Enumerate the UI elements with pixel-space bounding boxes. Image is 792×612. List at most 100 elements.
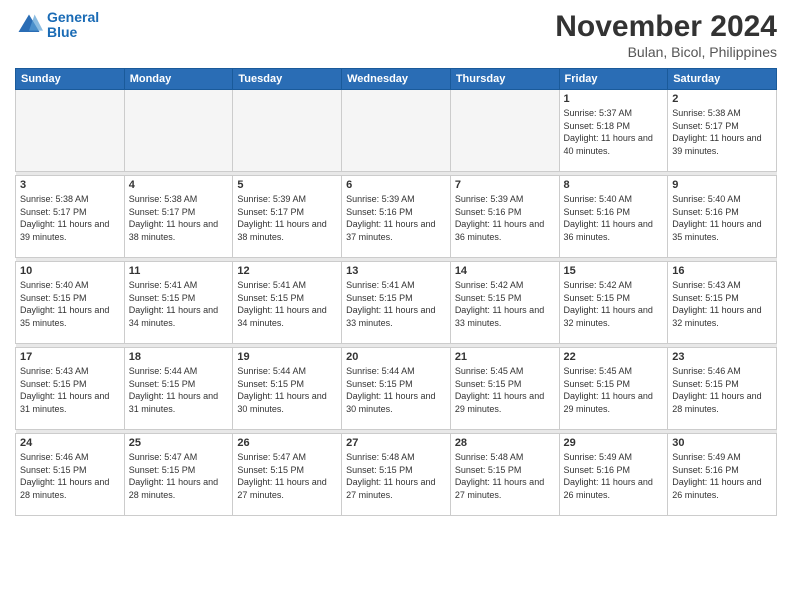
table-row: 22Sunrise: 5:45 AM Sunset: 5:15 PM Dayli… <box>559 348 668 430</box>
day-number: 29 <box>564 437 664 449</box>
day-info: Sunrise: 5:49 AM Sunset: 5:16 PM Dayligh… <box>564 451 664 501</box>
day-info: Sunrise: 5:48 AM Sunset: 5:15 PM Dayligh… <box>346 451 446 501</box>
page: General Blue November 2024 Bulan, Bicol,… <box>0 0 792 612</box>
header: General Blue November 2024 Bulan, Bicol,… <box>15 10 777 60</box>
table-row: 24 Sunrise: 5:46 AM Sunset: 5:15 PM Dayli… <box>16 434 125 516</box>
day-number: 6 <box>346 179 446 191</box>
day-number: 28 <box>455 437 555 449</box>
day-info: Sunrise: 5:46 AM Sunset: 5:15 PM Dayligh… <box>20 451 120 501</box>
col-thursday: Thursday <box>450 69 559 90</box>
day-info: Sunrise: 5:40 AM Sunset: 5:16 PM Dayligh… <box>672 193 772 243</box>
day-number: 10 <box>20 265 120 277</box>
day-number: 3 <box>20 179 120 191</box>
week-row-3: 10 Sunrise: 5:40 AM Sunset: 5:15 PM Dayli… <box>16 262 777 344</box>
table-row: 26 Sunrise: 5:47 AM Sunset: 5:15 PM Dayli… <box>233 434 342 516</box>
day-number: 5 <box>237 179 337 191</box>
day-number: 9 <box>672 179 772 191</box>
table-row: 28 Sunrise: 5:48 AM Sunset: 5:15 PM Dayli… <box>450 434 559 516</box>
day-info: Sunrise: 5:41 AM Sunset: 5:15 PM Dayligh… <box>129 279 229 329</box>
day-number: 2 <box>672 93 772 105</box>
table-row: 1 Sunrise: 5:37 AM Sunset: 5:18 PM Daylig… <box>559 90 668 172</box>
day-info: Sunrise: 5:38 AM Sunset: 5:17 PM Dayligh… <box>672 107 772 157</box>
table-row: 13Sunrise: 5:41 AM Sunset: 5:15 PM Dayli… <box>342 262 451 344</box>
day-number: 18 <box>129 351 229 363</box>
day-info: Sunrise: 5:49 AM Sunset: 5:16 PM Dayligh… <box>672 451 772 501</box>
calendar-header-row: Sunday Monday Tuesday Wednesday Thursday… <box>16 69 777 90</box>
day-number: 24 <box>20 437 120 449</box>
day-number: 8 <box>564 179 664 191</box>
day-info: Sunrise: 5:39 AM Sunset: 5:16 PM Dayligh… <box>346 193 446 243</box>
day-info: Sunrise: 5:45 AM Sunset: 5:15 PM Dayligh… <box>455 365 555 415</box>
day-info: Sunrise: 5:48 AM Sunset: 5:15 PM Dayligh… <box>455 451 555 501</box>
day-number: 21 <box>455 351 555 363</box>
col-saturday: Saturday <box>668 69 777 90</box>
day-info: Sunrise: 5:39 AM Sunset: 5:17 PM Dayligh… <box>237 193 337 243</box>
table-row: 2 Sunrise: 5:38 AM Sunset: 5:17 PM Daylig… <box>668 90 777 172</box>
table-row: 27 Sunrise: 5:48 AM Sunset: 5:15 PM Dayli… <box>342 434 451 516</box>
table-row: 16Sunrise: 5:43 AM Sunset: 5:15 PM Dayli… <box>668 262 777 344</box>
table-row: 14 Sunrise: 5:42 AM Sunset: 5:15 PM Dayli… <box>450 262 559 344</box>
table-row: 19 Sunrise: 5:44 AM Sunset: 5:15 PM Dayli… <box>233 348 342 430</box>
day-number: 14 <box>455 265 555 277</box>
day-info: Sunrise: 5:38 AM Sunset: 5:17 PM Dayligh… <box>129 193 229 243</box>
logo-text: General Blue <box>47 10 99 41</box>
table-row: 8 Sunrise: 5:40 AM Sunset: 5:16 PM Daylig… <box>559 176 668 258</box>
week-row-5: 24 Sunrise: 5:46 AM Sunset: 5:15 PM Dayli… <box>16 434 777 516</box>
day-number: 20 <box>346 351 446 363</box>
col-sunday: Sunday <box>16 69 125 90</box>
day-number: 12 <box>237 265 337 277</box>
table-row: 20 Sunrise: 5:44 AM Sunset: 5:15 PM Dayli… <box>342 348 451 430</box>
table-row: 9 Sunrise: 5:40 AM Sunset: 5:16 PM Daylig… <box>668 176 777 258</box>
table-row: 30Sunrise: 5:49 AM Sunset: 5:16 PM Dayli… <box>668 434 777 516</box>
col-friday: Friday <box>559 69 668 90</box>
table-row: 7 Sunrise: 5:39 AM Sunset: 5:16 PM Daylig… <box>450 176 559 258</box>
day-info: Sunrise: 5:45 AM Sunset: 5:15 PM Dayligh… <box>564 365 664 415</box>
month-title: November 2024 <box>555 10 777 44</box>
day-number: 25 <box>129 437 229 449</box>
table-row: 6 Sunrise: 5:39 AM Sunset: 5:16 PM Daylig… <box>342 176 451 258</box>
day-number: 27 <box>346 437 446 449</box>
calendar-table: Sunday Monday Tuesday Wednesday Thursday… <box>15 68 777 516</box>
table-row: 4 Sunrise: 5:38 AM Sunset: 5:17 PM Daylig… <box>124 176 233 258</box>
day-number: 4 <box>129 179 229 191</box>
table-row <box>450 90 559 172</box>
day-number: 16 <box>672 265 772 277</box>
table-row: 10 Sunrise: 5:40 AM Sunset: 5:15 PM Dayli… <box>16 262 125 344</box>
day-info: Sunrise: 5:47 AM Sunset: 5:15 PM Dayligh… <box>237 451 337 501</box>
day-info: Sunrise: 5:44 AM Sunset: 5:15 PM Dayligh… <box>237 365 337 415</box>
col-tuesday: Tuesday <box>233 69 342 90</box>
day-info: Sunrise: 5:40 AM Sunset: 5:15 PM Dayligh… <box>20 279 120 329</box>
table-row <box>124 90 233 172</box>
day-info: Sunrise: 5:39 AM Sunset: 5:16 PM Dayligh… <box>455 193 555 243</box>
table-row: 21 Sunrise: 5:45 AM Sunset: 5:15 PM Dayli… <box>450 348 559 430</box>
table-row: 3 Sunrise: 5:38 AM Sunset: 5:17 PM Daylig… <box>16 176 125 258</box>
table-row: 29 Sunrise: 5:49 AM Sunset: 5:16 PM Dayli… <box>559 434 668 516</box>
logo-icon <box>15 11 43 39</box>
table-row: 17Sunrise: 5:43 AM Sunset: 5:15 PM Dayli… <box>16 348 125 430</box>
day-info: Sunrise: 5:44 AM Sunset: 5:15 PM Dayligh… <box>346 365 446 415</box>
table-row <box>233 90 342 172</box>
table-row <box>16 90 125 172</box>
day-number: 15 <box>564 265 664 277</box>
day-info: Sunrise: 5:42 AM Sunset: 5:15 PM Dayligh… <box>564 279 664 329</box>
week-row-4: 17Sunrise: 5:43 AM Sunset: 5:15 PM Dayli… <box>16 348 777 430</box>
day-number: 7 <box>455 179 555 191</box>
day-info: Sunrise: 5:38 AM Sunset: 5:17 PM Dayligh… <box>20 193 120 243</box>
day-info: Sunrise: 5:47 AM Sunset: 5:15 PM Dayligh… <box>129 451 229 501</box>
day-info: Sunrise: 5:42 AM Sunset: 5:15 PM Dayligh… <box>455 279 555 329</box>
day-number: 11 <box>129 265 229 277</box>
week-row-2: 3 Sunrise: 5:38 AM Sunset: 5:17 PM Daylig… <box>16 176 777 258</box>
day-number: 26 <box>237 437 337 449</box>
day-number: 1 <box>564 93 664 105</box>
day-info: Sunrise: 5:37 AM Sunset: 5:18 PM Dayligh… <box>564 107 664 157</box>
table-row: 25 Sunrise: 5:47 AM Sunset: 5:15 PM Dayli… <box>124 434 233 516</box>
day-number: 23 <box>672 351 772 363</box>
day-number: 17 <box>20 351 120 363</box>
day-number: 19 <box>237 351 337 363</box>
col-monday: Monday <box>124 69 233 90</box>
day-info: Sunrise: 5:44 AM Sunset: 5:15 PM Dayligh… <box>129 365 229 415</box>
day-info: Sunrise: 5:40 AM Sunset: 5:16 PM Dayligh… <box>564 193 664 243</box>
day-info: Sunrise: 5:41 AM Sunset: 5:15 PM Dayligh… <box>346 279 446 329</box>
col-wednesday: Wednesday <box>342 69 451 90</box>
location: Bulan, Bicol, Philippines <box>555 44 777 60</box>
